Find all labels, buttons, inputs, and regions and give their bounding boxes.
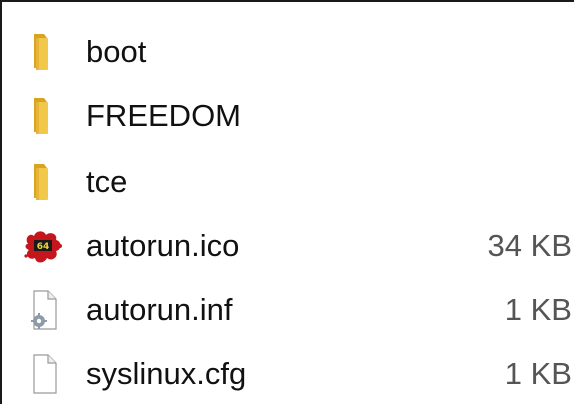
file-row-syslinux-cfg[interactable]: syslinux.cfg 1 KB [4,344,574,404]
file-name: autorun.ico [86,228,240,263]
gear-document-icon [22,290,66,330]
folder-icon [22,162,66,202]
svg-text:64: 64 [37,242,50,252]
folder-icon [22,96,66,136]
file-name: autorun.inf [86,292,233,327]
file-row-autorun-inf[interactable]: autorun.inf 1 KB [4,280,574,340]
file-row-autorun-ico[interactable]: 64 autorun.ico 34 KB [4,216,574,276]
blank-document-icon [22,354,66,394]
file-size: 1 KB [504,356,572,391]
file-name: FREEDOM [86,98,241,133]
file-size: 1 KB [504,292,572,327]
file-row-tce[interactable]: tce [4,152,574,212]
file-row-boot[interactable]: boot [4,22,574,82]
file-name: tce [86,164,128,199]
file-list: boot FREEDOM tce 64 autorun.ico 34 KB au… [0,0,574,404]
file-name: syslinux.cfg [86,356,247,391]
file-row-freedom[interactable]: FREEDOM [4,86,574,146]
file-size: 34 KB [487,228,572,263]
folder-icon [22,32,66,72]
file-name: boot [86,34,147,69]
puppy-64-icon: 64 [22,226,66,266]
